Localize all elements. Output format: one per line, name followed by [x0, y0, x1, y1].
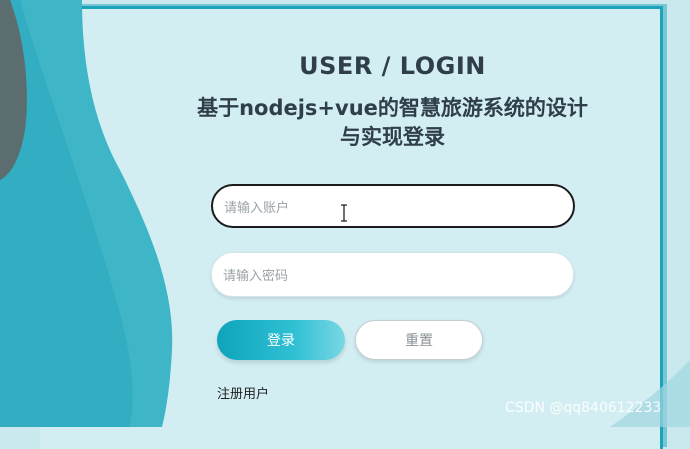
page-title: USER / LOGIN	[299, 52, 486, 80]
csdn-watermark: CSDN @qq840612233	[505, 400, 662, 416]
login-button[interactable]: 登录	[217, 320, 345, 360]
reset-button[interactable]: 重置	[355, 320, 483, 360]
register-link[interactable]: 注册用户	[217, 383, 269, 402]
password-input-placeholder: 请输入密码	[223, 269, 289, 284]
system-title-line1: 基于nodejs+vue的智慧旅游系统的设计	[197, 96, 588, 120]
system-title: 基于nodejs+vue的智慧旅游系统的设计 与实现登录	[170, 94, 615, 152]
text-cursor-icon	[341, 204, 347, 222]
password-input[interactable]: 请输入密码	[211, 252, 574, 297]
system-title-line2: 与实现登录	[340, 125, 445, 149]
account-input-placeholder: 请输入账户	[224, 200, 290, 216]
account-input[interactable]: 请输入账户	[211, 184, 575, 228]
